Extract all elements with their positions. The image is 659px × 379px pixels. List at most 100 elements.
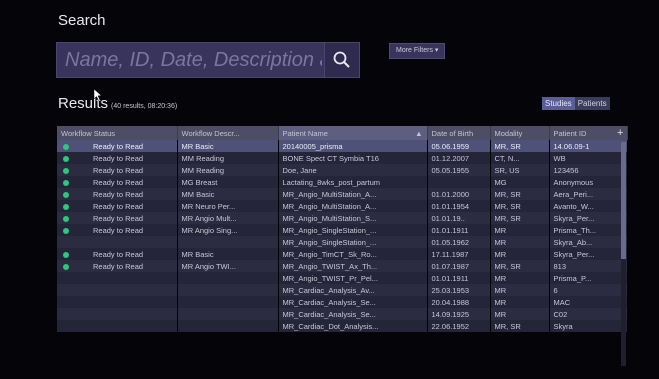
cell-mod: MR	[490, 284, 550, 296]
cell-pid: Skyra_Per...	[549, 248, 628, 260]
cell-mod: MR	[490, 236, 550, 248]
cell-workflow-status: Ready to Read	[57, 260, 178, 272]
cell-name: BONE Spect CT Symbia T16	[278, 152, 428, 164]
table-row[interactable]: Ready to Read MR Basic 20140005_prisma 05.0…	[57, 140, 628, 152]
column-header-patient-name[interactable]: Patient Name ▲	[278, 126, 428, 140]
cell-pid: 6	[549, 284, 628, 296]
status-label: Ready to Read	[93, 141, 144, 151]
table-row[interactable]: Ready to Read MR Angio TWI... MR_Angio_TWI…	[57, 260, 628, 272]
studies-toggle[interactable]: Studies	[542, 97, 575, 110]
cell-pid: Aera_Peri...	[549, 188, 628, 200]
cell-desc	[177, 320, 279, 332]
cell-desc: MR Angio TWI...	[177, 260, 279, 272]
column-header-label: Patient Name	[282, 128, 328, 138]
table-row[interactable]: Ready to Read MM Basic MR_Angio_MultiStati…	[57, 188, 628, 200]
cell-workflow-status	[57, 308, 178, 320]
cell-dob: 05.05.1955	[427, 164, 491, 176]
table-row[interactable]: Ready to Read MG Breast Lactating_8wks_pos…	[57, 176, 628, 188]
cell-mod: CT, N...	[490, 152, 550, 164]
search-icon	[333, 51, 350, 68]
search-heading: Search	[58, 12, 106, 29]
cell-mod: MR, SR	[490, 200, 550, 212]
search-bar	[56, 42, 360, 78]
table-row[interactable]: Ready to Read MM Reading Doe, Jane 05.05.19…	[57, 164, 628, 176]
cell-name: MR_Angio_SingleStation_...	[278, 236, 428, 248]
cell-desc: MM Reading	[177, 164, 279, 176]
cell-name: MR_Cardiac_Analysis_Se...	[278, 308, 428, 320]
cell-desc	[177, 236, 279, 248]
cell-desc: MR Angio Mult...	[177, 212, 279, 224]
patients-toggle[interactable]: Patients	[574, 97, 610, 110]
cell-pid: Avanto_W...	[549, 200, 628, 212]
cell-mod: MR, SR	[490, 140, 550, 152]
status-label: Ready to Read	[93, 213, 144, 223]
table-row[interactable]: MR_Cardiac_Analysis_Av... 25.03.1953 MR 6	[57, 284, 628, 296]
cell-desc	[177, 272, 279, 284]
cell-desc: MR Basic	[177, 140, 279, 152]
more-filters-button[interactable]: More Filters ▾	[389, 43, 446, 59]
cell-mod: MR	[490, 308, 550, 320]
cell-mod: MR, SR	[490, 260, 550, 272]
cell-pid: 14.06.09-1	[549, 140, 628, 152]
column-header-modality[interactable]: Modality	[490, 126, 550, 140]
cell-dob: 05.06.1959	[427, 140, 491, 152]
cell-mod: MR	[490, 272, 550, 284]
status-dot-icon	[63, 263, 69, 270]
view-toggle: Studies Patients	[542, 97, 610, 110]
cell-pid: Prisma_P...	[549, 272, 628, 284]
cell-pid: Skyra_Ab...	[549, 236, 628, 248]
add-column-button[interactable]: +	[617, 127, 623, 139]
cell-desc: MR Basic	[177, 248, 279, 260]
table-row[interactable]: Ready to Read MR Basic MR_Angio_TimCT_Sk_R…	[57, 248, 628, 260]
cell-dob: 01.07.1987	[427, 260, 491, 272]
cell-workflow-status: Ready to Read	[57, 176, 178, 188]
cell-workflow-status	[57, 284, 178, 296]
cell-pid: Skyra_Per...	[549, 212, 628, 224]
cell-dob: 20.04.1988	[427, 296, 491, 308]
status-dot-icon	[63, 203, 69, 210]
status-dot-icon	[63, 167, 69, 174]
scrollbar-thumb[interactable]	[621, 142, 626, 259]
table-row[interactable]: Ready to Read MR Angio Mult... MR_Angio_Mu…	[57, 212, 628, 224]
table-row[interactable]: MR_Cardiac_Dot_Analysis... 22.06.1952 MR, …	[57, 320, 628, 332]
table-row[interactable]: Ready to Read MM Reading BONE Spect CT Sym…	[57, 152, 628, 164]
column-header-workflow-status[interactable]: Workflow Status	[57, 126, 178, 140]
column-header-workflow-description[interactable]: Workflow Descr...	[177, 126, 279, 140]
table-row[interactable]: MR_Cardiac_Analysis_Se... 14.09.1925 MR C02	[57, 308, 628, 320]
cell-mod: MR	[490, 296, 550, 308]
cell-workflow-status: Ready to Read	[57, 224, 178, 236]
column-header-date-of-birth[interactable]: Date of Birth	[427, 126, 491, 140]
search-input[interactable]	[57, 42, 324, 78]
table-row[interactable]: Ready to Read MR Angio Sing... MR_Angio_Si…	[57, 224, 628, 236]
status-dot-icon	[63, 227, 69, 234]
cell-dob: 01.01.2000	[427, 188, 491, 200]
cell-desc: MG Breast	[177, 176, 279, 188]
cell-workflow-status	[57, 272, 178, 284]
cell-name: MR_Angio_MultiStation_S...	[278, 212, 428, 224]
cell-workflow-status: Ready to Read	[57, 152, 178, 164]
cell-dob: 22.06.1952	[427, 320, 491, 332]
results-heading: Results (40 results, 08:20:36)	[58, 95, 177, 112]
cell-name: MR_Cardiac_Dot_Analysis...	[278, 320, 428, 332]
cell-name: MR_Angio_MultiStation_A...	[278, 188, 428, 200]
cell-desc: MM Reading	[177, 152, 279, 164]
cell-name: MR_Angio_SingleStation_...	[278, 224, 428, 236]
status-label: Ready to Read	[93, 189, 144, 199]
status-dot-icon	[63, 179, 69, 186]
column-header-patient-id[interactable]: Patient ID	[549, 126, 628, 140]
table-row[interactable]: MR_Angio_TWIST_Pr_Pel... 01.01.1911 MR Pris…	[57, 272, 628, 284]
status-label: Ready to Read	[93, 201, 144, 211]
cell-desc: MM Basic	[177, 188, 279, 200]
cell-workflow-status: Ready to Read	[57, 164, 178, 176]
search-button[interactable]	[324, 43, 359, 77]
table-row[interactable]: MR_Cardiac_Analysis_Se... 20.04.1988 MR MAC	[57, 296, 628, 308]
table-row[interactable]: MR_Angio_SingleStation_... 01.05.1962 MR Sk…	[57, 236, 628, 248]
status-label: Ready to Read	[93, 249, 144, 259]
cell-dob: 25.03.1953	[427, 284, 491, 296]
status-dot-icon	[63, 251, 69, 258]
cell-name: MR_Cardiac_Analysis_Se...	[278, 296, 428, 308]
table-row[interactable]: Ready to Read MR Neuro Per... MR_Angio_Mul…	[57, 200, 628, 212]
table-scrollbar[interactable]	[621, 142, 626, 366]
status-dot-icon	[63, 191, 69, 198]
cell-dob: 01.01.1954	[427, 200, 491, 212]
